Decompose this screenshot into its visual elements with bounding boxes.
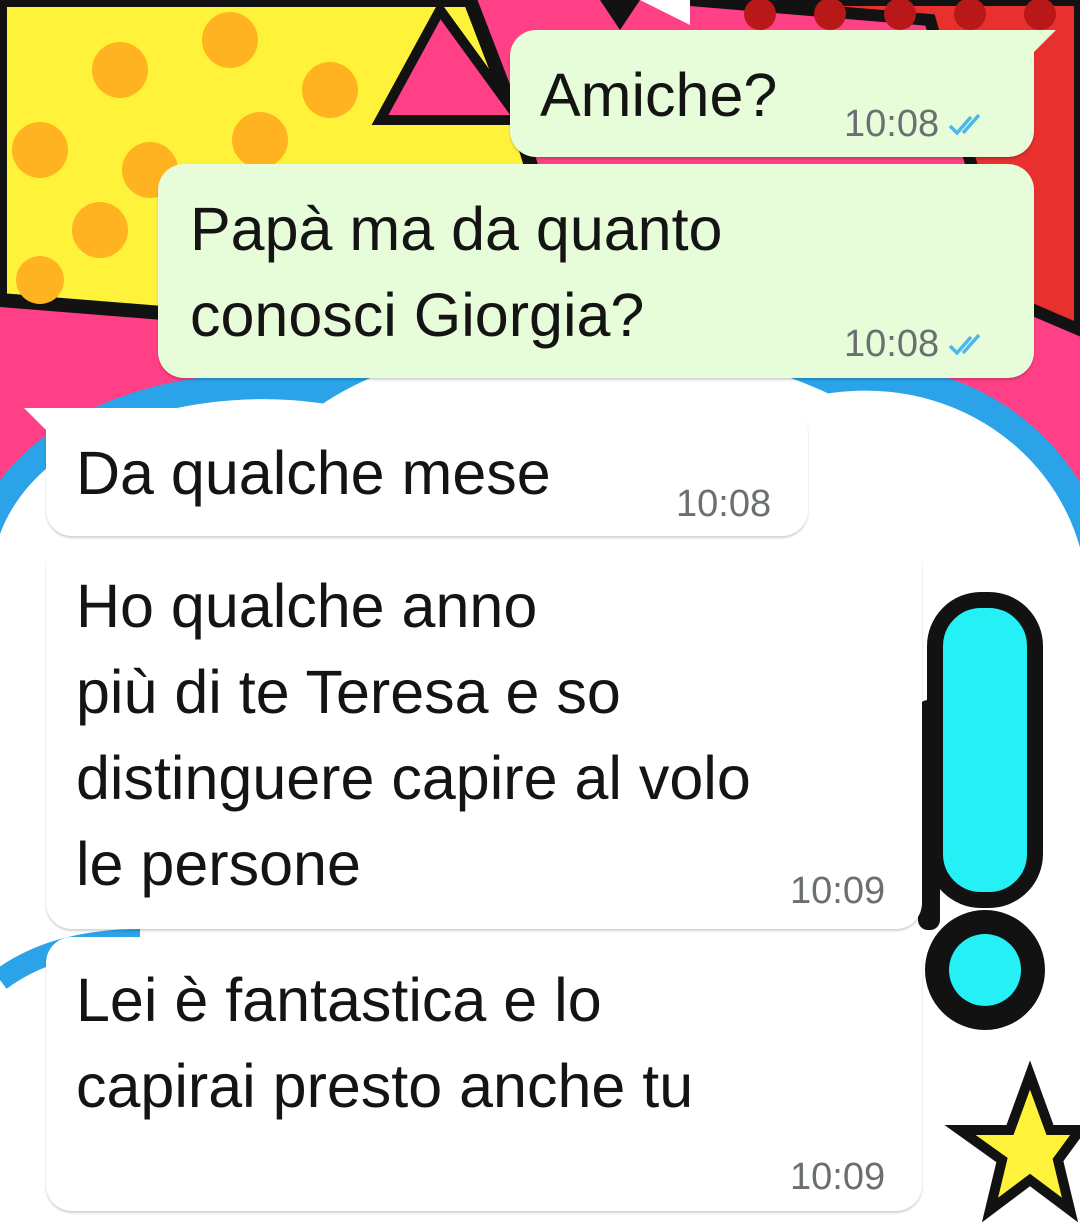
message-text: Papà ma da quanto conosci Giorgia? <box>190 195 723 349</box>
message-bubble-incoming[interactable]: Lei è fantastica e lo capirai presto anc… <box>46 937 922 1211</box>
message-text: Da qualche mese <box>76 439 551 507</box>
message-bubble-incoming[interactable]: Ho qualche anno più di te Teresa e so di… <box>46 543 922 929</box>
message-text: Amiche? <box>540 61 778 129</box>
message-meta: 10:09 <box>790 1155 885 1199</box>
message-text: Lei è fantastica e lo capirai presto anc… <box>76 966 694 1120</box>
bubble-tail <box>24 408 46 430</box>
message-time: 10:09 <box>790 1156 886 1198</box>
message-text: Ho qualche anno più di te Teresa e so di… <box>76 572 751 898</box>
message-meta: 10:09 <box>790 869 885 913</box>
message-meta: 10:08 <box>844 102 987 146</box>
message-meta: 10:08 <box>676 482 771 526</box>
message-bubble-incoming[interactable]: Da qualche mese 10:08 <box>46 408 808 536</box>
message-bubble-outgoing[interactable]: Amiche? 10:08 <box>510 30 1034 157</box>
read-double-check-icon <box>948 113 981 136</box>
message-time: 10:08 <box>676 483 772 525</box>
message-meta: 10:08 <box>844 322 987 366</box>
bubble-tail <box>1034 30 1056 52</box>
message-bubble-outgoing[interactable]: Papà ma da quanto conosci Giorgia? 10:08 <box>158 164 1034 378</box>
read-double-check-icon <box>948 333 981 356</box>
message-time: 10:08 <box>844 323 940 365</box>
message-time: 10:09 <box>790 870 886 912</box>
message-time: 10:08 <box>844 103 940 145</box>
